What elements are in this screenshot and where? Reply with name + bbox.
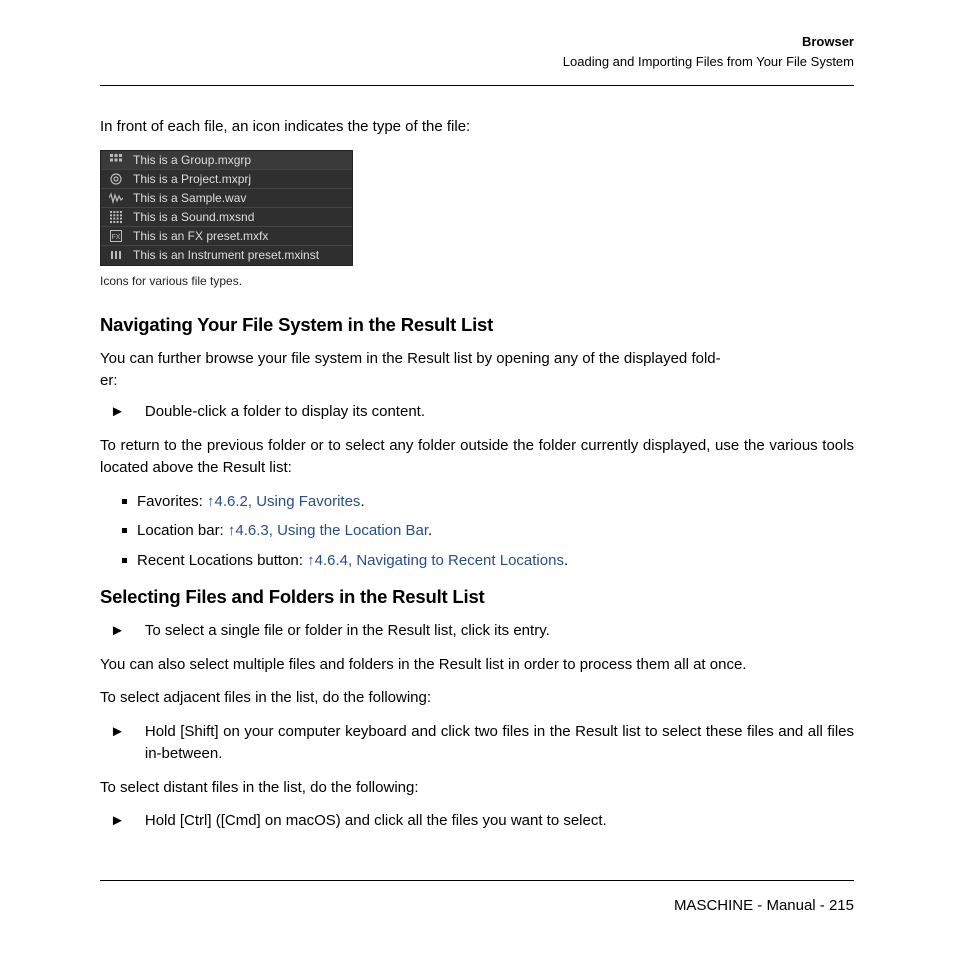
bullet-item: Favorites: ↑4.6.2, Using Favorites.: [122, 491, 854, 513]
instrument-icon: [109, 248, 123, 262]
figure-caption: Icons for various file types.: [100, 274, 854, 288]
bullet-text: Recent Locations button: ↑4.6.4, Navigat…: [137, 550, 568, 572]
file-type-list-figure: This is a Group.mxgrp This is a Project.…: [100, 150, 353, 266]
text: Location bar:: [137, 522, 228, 539]
list-item: This is an Instrument preset.mxinst: [101, 246, 352, 265]
sample-wave-icon: [109, 191, 123, 205]
step-text: Hold [Ctrl] ([Cmd] on macOS) and click a…: [145, 810, 607, 832]
arrow-icon: ►: [110, 810, 125, 832]
list-item: This is a Sample.wav: [101, 189, 352, 208]
step-text: Hold [Shift] on your computer keyboard a…: [145, 721, 854, 765]
link-favorites[interactable]: ↑4.6.2, Using Favorites: [207, 493, 360, 510]
list-item: FX This is an FX preset.mxfx: [101, 227, 352, 246]
text: Recent Locations button:: [137, 552, 307, 569]
nav-p1-line2: er:: [100, 370, 854, 392]
intro-text: In front of each file, an icon indicates…: [100, 116, 854, 138]
list-item-label: This is a Sound.mxsnd: [133, 210, 346, 224]
select-p1: You can also select multiple files and f…: [100, 654, 854, 676]
main-content: In front of each file, an icon indicates…: [100, 116, 854, 862]
header-rule: [100, 85, 854, 86]
page: Browser Loading and Importing Files from…: [0, 0, 954, 954]
list-item-label: This is a Project.mxprj: [133, 172, 346, 186]
arrow-icon: ►: [110, 401, 125, 423]
list-item-label: This is a Sample.wav: [133, 191, 346, 205]
select-p3: To select distant files in the list, do …: [100, 777, 854, 799]
page-footer: MASCHINE - Manual - 215: [100, 897, 854, 914]
heading-selecting: Selecting Files and Folders in the Resul…: [100, 586, 854, 608]
step-item: ► Double-click a folder to display its c…: [100, 401, 854, 423]
list-item: This is a Project.mxprj: [101, 170, 352, 189]
nav-p2: To return to the previous folder or to s…: [100, 435, 854, 479]
sound-grid-icon: [109, 210, 123, 224]
step-item: ► Hold [Ctrl] ([Cmd] on macOS) and click…: [100, 810, 854, 832]
fx-preset-icon: FX: [109, 229, 123, 243]
header-title: Browser: [100, 32, 854, 52]
step-item: ► To select a single file or folder in t…: [100, 620, 854, 642]
select-p2: To select adjacent files in the list, do…: [100, 687, 854, 709]
list-item-label: This is an Instrument preset.mxinst: [133, 248, 346, 262]
project-icon: [109, 172, 123, 186]
list-item: This is a Sound.mxsnd: [101, 208, 352, 227]
link-recent-locations[interactable]: ↑4.6.4, Navigating to Recent Locations: [307, 552, 564, 569]
arrow-icon: ►: [110, 620, 125, 642]
bullet-list: Favorites: ↑4.6.2, Using Favorites. Loca…: [100, 491, 854, 572]
heading-navigating: Navigating Your File System in the Resul…: [100, 314, 854, 336]
header-subtitle: Loading and Importing Files from Your Fi…: [100, 52, 854, 72]
group-icon: [109, 153, 123, 167]
bullet-text: Favorites: ↑4.6.2, Using Favorites.: [137, 491, 365, 513]
text: You can further browse your file system …: [100, 350, 716, 367]
link-location-bar[interactable]: ↑4.6.3, Using the Location Bar: [228, 522, 428, 539]
footer-rule: [100, 880, 854, 881]
list-item-label: This is an FX preset.mxfx: [133, 229, 346, 243]
bullet-text: Location bar: ↑4.6.3, Using the Location…: [137, 520, 432, 542]
step-text: Double-click a folder to display its con…: [145, 401, 425, 423]
step-item: ► Hold [Shift] on your computer keyboard…: [100, 721, 854, 765]
page-header: Browser Loading and Importing Files from…: [100, 32, 854, 71]
nav-p1-line1: You can further browse your file system …: [100, 348, 854, 370]
list-item: This is a Group.mxgrp: [101, 151, 352, 170]
text: .: [428, 522, 432, 539]
arrow-icon: ►: [110, 721, 125, 765]
list-item-label: This is a Group.mxgrp: [133, 153, 346, 167]
bullet-dot-icon: [122, 499, 127, 504]
bullet-item: Location bar: ↑4.6.3, Using the Location…: [122, 520, 854, 542]
text: .: [564, 552, 568, 569]
bullet-dot-icon: [122, 558, 127, 563]
bullet-item: Recent Locations button: ↑4.6.4, Navigat…: [122, 550, 854, 572]
step-text: To select a single file or folder in the…: [145, 620, 550, 642]
svg-text:FX: FX: [112, 234, 121, 241]
text: .: [360, 493, 364, 510]
text: Favorites:: [137, 493, 207, 510]
bullet-dot-icon: [122, 528, 127, 533]
